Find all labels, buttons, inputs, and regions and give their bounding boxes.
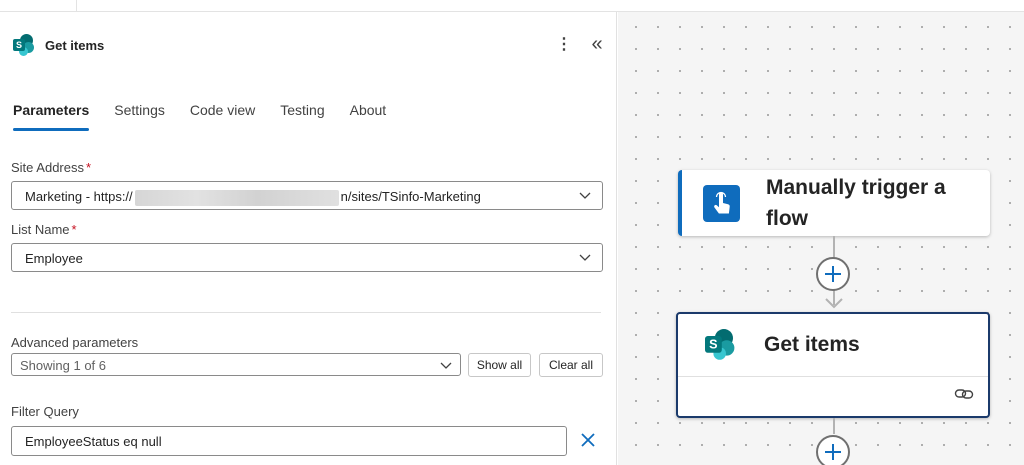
- top-bar: [0, 0, 1024, 12]
- panel-title: Get items: [45, 38, 105, 53]
- top-bar-divider: [76, 0, 77, 12]
- tab-parameters[interactable]: Parameters: [13, 102, 90, 134]
- plus-icon: [825, 266, 841, 282]
- chevron-down-icon: [579, 254, 591, 261]
- close-icon[interactable]: [578, 429, 598, 451]
- site-address-label-text: Site Address: [11, 160, 84, 175]
- insert-step-button[interactable]: [816, 435, 850, 465]
- tab-about[interactable]: About: [350, 102, 387, 134]
- chevron-down-icon: [579, 192, 591, 199]
- action-details-panel: S Get items ⋮ « Parameters Settings Code…: [0, 12, 617, 465]
- advanced-parameters-select[interactable]: Showing 1 of 6: [11, 353, 461, 376]
- arrow-down-icon: [825, 298, 843, 309]
- show-all-button[interactable]: Show all: [468, 353, 531, 377]
- list-name-value: Employee: [25, 251, 83, 266]
- touch-hand-icon: [703, 185, 740, 222]
- list-name-dropdown[interactable]: Employee: [11, 243, 603, 272]
- filter-query-label: Filter Query: [11, 404, 79, 419]
- node-divider: [678, 376, 988, 377]
- section-divider: [11, 312, 601, 313]
- redacted-url-segment: [134, 189, 339, 206]
- site-address-value: Marketing - https:// n/sites/TSinfo-Marke…: [25, 189, 481, 206]
- clear-all-button[interactable]: Clear all: [539, 353, 603, 377]
- sharepoint-icon: S: [705, 329, 736, 360]
- get-items-node[interactable]: S Get items: [676, 312, 990, 418]
- sharepoint-icon: S: [13, 34, 35, 56]
- chevron-down-icon: [440, 362, 452, 369]
- required-mark: *: [71, 222, 77, 237]
- get-items-node-title: Get items: [764, 333, 860, 356]
- panel-tabs: Parameters Settings Code view Testing Ab…: [13, 102, 411, 134]
- trigger-node-title: Manually trigger a flow: [766, 176, 946, 230]
- site-address-dropdown[interactable]: Marketing - https:// n/sites/TSinfo-Marke…: [11, 181, 603, 210]
- tab-code-view[interactable]: Code view: [190, 102, 255, 134]
- panel-header: S Get items ⋮ «: [0, 12, 617, 78]
- filter-query-value: EmployeeStatus eq null: [25, 434, 162, 449]
- filter-query-input[interactable]: EmployeeStatus eq null: [11, 426, 567, 456]
- link-icon[interactable]: [954, 386, 974, 402]
- connector-line: [833, 418, 835, 434]
- site-address-suffix: n/sites/TSinfo-Marketing: [340, 189, 481, 204]
- list-name-label-text: List Name: [11, 222, 70, 237]
- tab-testing[interactable]: Testing: [280, 102, 324, 134]
- tab-settings[interactable]: Settings: [114, 102, 165, 134]
- collapse-panel-icon[interactable]: «: [588, 34, 606, 56]
- site-address-label: Site Address *: [11, 160, 91, 175]
- flow-canvas[interactable]: Manually trigger a flow S Get items: [618, 12, 1024, 465]
- required-mark: *: [86, 160, 92, 175]
- trigger-node[interactable]: Manually trigger a flow: [678, 170, 990, 236]
- advanced-parameters-value: Showing 1 of 6: [20, 358, 107, 373]
- insert-step-button[interactable]: [816, 257, 850, 291]
- plus-icon: [825, 444, 841, 460]
- advanced-parameters-label: Advanced parameters: [11, 335, 139, 350]
- list-name-label: List Name *: [11, 222, 77, 237]
- more-options-icon[interactable]: ⋮: [556, 34, 572, 56]
- site-address-prefix: Marketing - https://: [25, 189, 133, 204]
